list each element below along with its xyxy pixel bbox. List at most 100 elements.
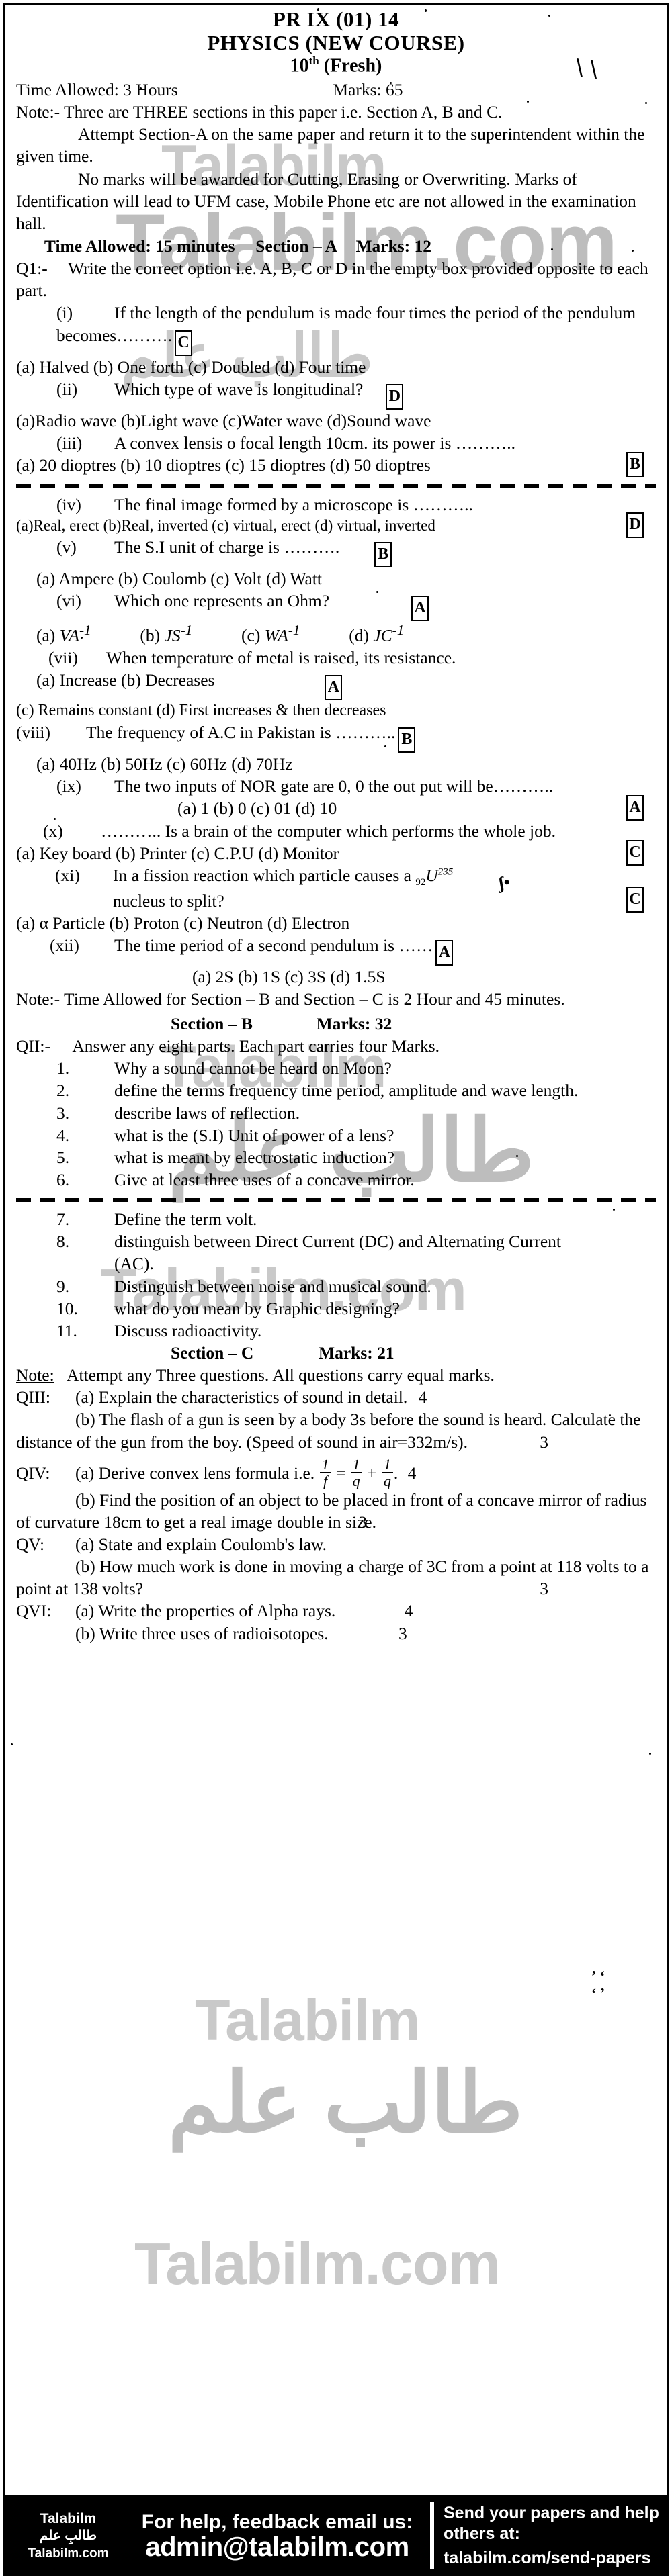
section-b-header: Section – B Marks: 32 (16, 1013, 656, 1035)
section-b-marks: Marks: 32 (316, 1014, 392, 1034)
mcq-ii-answer-box[interactable]: D (386, 383, 404, 410)
mcq-vii-answer-box[interactable]: A (325, 675, 343, 701)
ohm-option-c-label: (c) (241, 625, 261, 645)
part-3-text: describe laws of reflection. (114, 1103, 300, 1123)
footer-divider (430, 2502, 434, 2569)
section-b-part-3: 3. describe laws of reflection. (16, 1102, 656, 1124)
part-2-number: 2. (56, 1080, 70, 1101)
mcq-ix-options: (a) 1 (b) 0 (c) 01 (d) 10 (177, 798, 337, 819)
ohm-option-d-exponent: -1 (392, 622, 405, 639)
time-allowed-label: Time Allowed: 3 Hours (16, 79, 178, 99)
section-divider-2 (16, 1197, 656, 1203)
mcq-xi: (xi) In a fission reaction which particle… (16, 864, 656, 890)
mcq-iii: (iii) A convex lensis o focal length 10cm… (16, 432, 656, 477)
mcq-ii-number: (ii) (56, 379, 78, 399)
stray-pen-mark: \ \ (574, 52, 599, 85)
qv-label: QV: (16, 1534, 45, 1555)
mcq-i-answer-box[interactable]: C (175, 330, 193, 356)
mcq-iii-stem: A convex lensis o focal length 10cm. its… (114, 432, 516, 453)
mcq-xi-number: (xi) (55, 865, 80, 885)
mcq-vi-answer-box[interactable]: A (411, 596, 429, 622)
qvi-label: QVI: (16, 1601, 52, 1621)
mcq-xi-options: (a) α Particle (b) Proton (c) Neutron (d… (16, 913, 350, 933)
part-6-number: 6. (56, 1170, 70, 1190)
section-b-part-4: 4. what is the (S.I) Unit of power of a l… (16, 1124, 656, 1146)
qiii-a-text: (a) Explain the characteristics of sound… (75, 1387, 408, 1408)
mcq-i-number: (i) (56, 303, 73, 323)
mcq-v-answer-box[interactable]: B (374, 542, 392, 568)
mcq-viii-stem: The frequency of A.C in Pakistan is ……….… (86, 723, 396, 743)
qvi-b-text: (b) Write three uses of radioisotopes. (75, 1623, 329, 1643)
q2-text: Answer any eight parts. Each part carrie… (72, 1036, 439, 1056)
mcq-v: (v) The S.I unit of charge is ………. B (16, 536, 656, 568)
mcq-vii-options-row1: (a) Increase (b) Decreases (36, 670, 215, 690)
mcq-x-answer-box[interactable]: C (626, 839, 644, 866)
mcq-vi-options: (a) VA-1 (b) JS-1 (c) WA-1 (d) JC-1 (16, 621, 656, 647)
mcq-vii: (vii) When temperature of metal is raised… (16, 647, 656, 669)
q1-label: Q1:- (16, 259, 48, 279)
footer-send-url[interactable]: talabilm.com/send-papers (444, 2548, 665, 2569)
qiv-a-marks: 4 (407, 1463, 417, 1483)
lens-formula-d3: q (381, 1471, 393, 1489)
uranium-nuclide: 92U235 (415, 864, 453, 890)
section-a-header: Time Allowed: 15 minutes Section – A Mar… (16, 235, 656, 257)
mcq-iv-number: (iv) (56, 495, 81, 515)
qv-b-text: (b) How much work is done in moving a ch… (16, 1557, 649, 1599)
mcq-xii-options: (a) 2S (b) 1S (c) 3S (d) 1.5S (192, 966, 386, 986)
mcq-vi: (vi) Which one represents an Ohm? A (16, 590, 656, 622)
mcq-vii-options-1: (a) Increase (b) Decreases A (16, 669, 656, 701)
qiv-b-marks: 3 (358, 1512, 367, 1532)
mcq-xi-answer-box[interactable]: C (626, 886, 644, 913)
mcq-ix-number: (ix) (56, 776, 81, 796)
footer-send-line-2: others at: (444, 2524, 520, 2544)
ohm-option-b-label: (b) (140, 625, 161, 645)
mcq-viii-answer-box[interactable]: B (398, 727, 416, 753)
section-b-part-9: 9. Distinguish between noise and musical … (16, 1275, 656, 1297)
qv-a-text: (a) State and explain Coulomb's law. (75, 1534, 327, 1555)
footer-help-line: For help, feedback email us: (141, 2510, 413, 2533)
mcq-vii-options-2: (c) Remains constant (d) First increases… (16, 702, 386, 720)
mcq-iv-answer-box[interactable]: D (626, 512, 644, 539)
footer-banner: Talabilm طالبِ علم Talabilm.com For help… (3, 2495, 669, 2576)
mcq-iii-answer-box[interactable]: B (626, 451, 644, 477)
mcq-i: (i) If the length of the pendulum is made… (16, 302, 656, 356)
section-b-part-2: 2. define the terms frequency time period… (16, 1079, 656, 1101)
qvi-a-marks: 4 (404, 1601, 413, 1621)
mcq-xi-stem-tail: nucleus to split? (113, 890, 224, 911)
section-c-note-label: Note: (16, 1365, 54, 1385)
part-4-number: 4. (56, 1125, 70, 1145)
qiii-a-marks: 4 (418, 1387, 427, 1408)
footer-submit: Send your papers and help others at: tal… (444, 2495, 669, 2576)
lens-formula-term-1: 1 f (319, 1457, 331, 1489)
mcq-vii-number: (vii) (48, 647, 78, 668)
part-11-number: 11. (56, 1320, 77, 1340)
ohm-option-c-symbol: WA (264, 625, 288, 645)
section-b-part-8: 8. distinguish between Direct Current (DC… (16, 1230, 656, 1275)
mcq-xii-answer-box[interactable]: A (435, 939, 454, 966)
q2-label: QII:- (16, 1036, 50, 1056)
mcq-vi-number: (vi) (56, 591, 81, 611)
part-10-number: 10. (56, 1298, 78, 1318)
section-b-title: Section – B (171, 1014, 253, 1034)
mcq-ix-answer-box[interactable]: A (626, 795, 644, 821)
mcq-i-stem: If the length of the pendulum is made fo… (56, 303, 636, 345)
mcq-xii-stem: The time period of a second pendulum is … (114, 935, 433, 955)
part-8-number: 8. (56, 1232, 70, 1252)
section-b-c-time-note: Note:- Time Allowed for Section – B and … (16, 988, 565, 1009)
lens-formula-trail: . (393, 1463, 398, 1483)
mcq-iv-options: (a)Real, erect (b)Real, inverted (c) vir… (16, 517, 435, 535)
mcq-x-options: (a) Key board (b) Printer (c) C.P.U (d) … (16, 843, 339, 863)
mcq-ii: (ii) Which type of wave is longitudinal? D (16, 378, 656, 410)
ohm-option-a-symbol: VA (59, 625, 79, 645)
mcq-vii-stem: When temperature of metal is raised, its… (106, 647, 456, 668)
instruction-attempt-section-a: Attempt Section-A on the same paper and … (16, 124, 645, 167)
part-5-text: what is meant by electrostatic induction… (114, 1147, 395, 1167)
mcq-viii-number: (viii) (16, 723, 50, 743)
section-c-marks: Marks: 21 (319, 1343, 394, 1363)
lens-formula-plus: + (367, 1463, 377, 1483)
mcq-ii-stem: Which type of wave is longitudinal? (114, 379, 364, 399)
ohm-option-b-exponent: -1 (180, 622, 193, 639)
section-c-note: Note: Attempt any Three questions. All q… (16, 1364, 656, 1386)
mcq-xi-stem-tail-row: nucleus to split? C (16, 886, 656, 913)
footer-email-link[interactable]: admin@talabilm.com (145, 2533, 409, 2561)
